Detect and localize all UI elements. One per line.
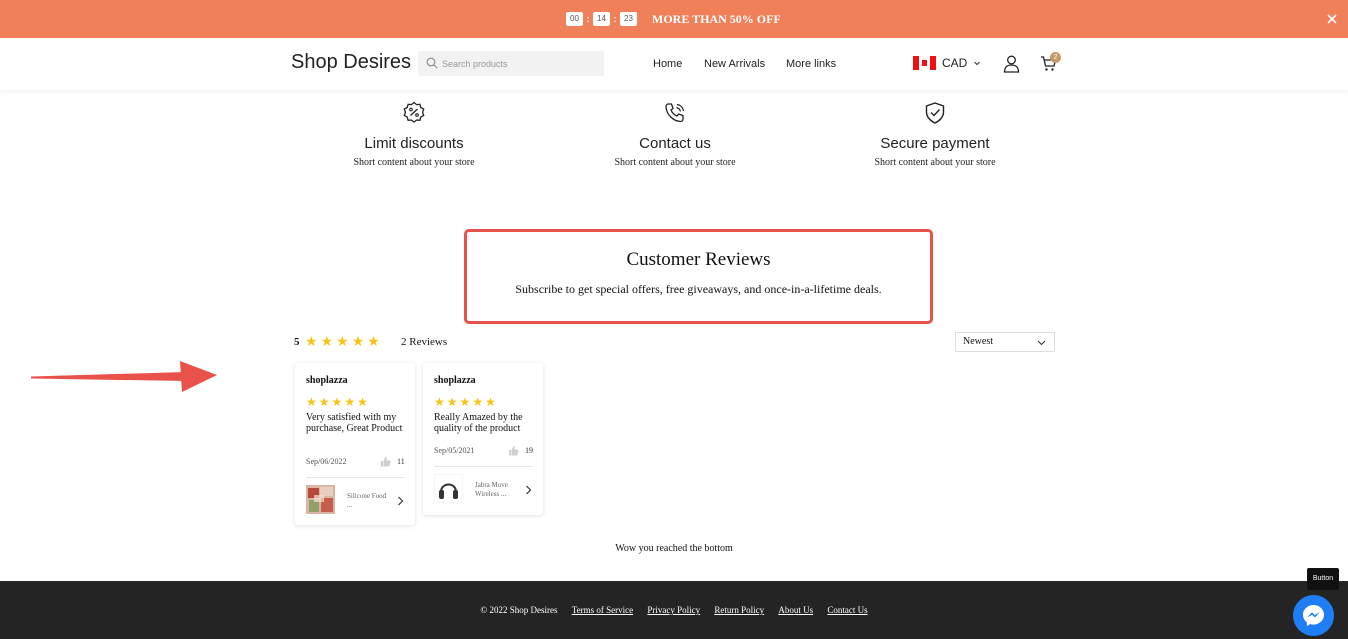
reviews-subtitle: Subscribe to get special offers, free gi… bbox=[515, 282, 882, 296]
user-icon[interactable] bbox=[1003, 55, 1020, 78]
search-input[interactable] bbox=[442, 51, 600, 76]
end-of-list-message: Wow you reached the bottom bbox=[615, 543, 733, 554]
footer-link-terms[interactable]: Terms of Service bbox=[572, 605, 633, 615]
sort-dropdown[interactable]: Newest bbox=[955, 332, 1055, 352]
shield-check-icon bbox=[925, 102, 945, 124]
thumbs-up-icon[interactable] bbox=[508, 445, 519, 456]
currency-selector[interactable]: CAD bbox=[913, 56, 981, 70]
rating-stars: ★ ★ ★ ★ ★ bbox=[305, 335, 380, 350]
feature-contact-us: Contact us Short content about your stor… bbox=[585, 101, 765, 168]
countdown-timer: 00 : 14 : 23 bbox=[566, 12, 637, 26]
currency-label: CAD bbox=[942, 56, 968, 70]
feature-title: Limit discounts bbox=[364, 135, 464, 152]
star-icon: ★ bbox=[446, 395, 458, 409]
messenger-chat-button[interactable] bbox=[1293, 595, 1334, 636]
star-icon: ★ bbox=[472, 395, 484, 409]
review-stars: ★ ★ ★ ★ ★ bbox=[306, 395, 368, 409]
feature-limit-discounts: Limit discounts Short content about your… bbox=[324, 101, 504, 168]
review-card[interactable]: shoplazza ★ ★ ★ ★ ★ Really Amazed by the… bbox=[423, 363, 543, 515]
footer-link-privacy[interactable]: Privacy Policy bbox=[647, 605, 700, 615]
star-icon: ★ bbox=[434, 395, 445, 409]
divider bbox=[434, 466, 532, 467]
review-author: shoplazza bbox=[306, 375, 348, 386]
review-text: Really Amazed by the quality of the prod… bbox=[434, 412, 523, 434]
timer-minutes: 14 bbox=[593, 12, 610, 26]
star-icon: ★ bbox=[318, 395, 330, 409]
product-thumbnail[interactable] bbox=[434, 474, 463, 503]
messenger-icon bbox=[1303, 605, 1324, 626]
phone-call-icon bbox=[665, 103, 685, 123]
cart-count-badge: 2 bbox=[1050, 52, 1061, 63]
announcement-bar: 00 : 14 : 23 MORE THAN 50% OFF bbox=[0, 0, 1348, 38]
footer-link-contact[interactable]: Contact Us bbox=[827, 605, 867, 615]
review-card[interactable]: shoplazza ★ ★ ★ ★ ★ Very satisfied with … bbox=[295, 363, 415, 525]
star-icon: ★ bbox=[305, 335, 318, 350]
feature-secure-payment: Secure payment Short content about your … bbox=[845, 101, 1025, 168]
feature-desc: Short content about your store bbox=[614, 157, 736, 168]
star-icon: ★ bbox=[320, 335, 334, 350]
sort-value: Newest bbox=[963, 336, 993, 347]
feature-desc: Short content about your store bbox=[874, 157, 996, 168]
footer-link-about[interactable]: About Us bbox=[778, 605, 813, 615]
annotation-arrow-icon bbox=[31, 361, 217, 392]
customer-reviews-header: Customer Reviews Subscribe to get specia… bbox=[464, 229, 933, 324]
feature-title: Secure payment bbox=[880, 135, 990, 152]
feature-title: Contact us bbox=[639, 135, 711, 152]
chevron-down-icon bbox=[1037, 340, 1046, 346]
nav-new-arrivals[interactable]: New Arrivals bbox=[704, 58, 765, 70]
search-bar[interactable] bbox=[418, 51, 604, 76]
canada-flag-icon bbox=[913, 56, 936, 70]
chevron-right-icon[interactable] bbox=[397, 496, 404, 506]
footer-link-return[interactable]: Return Policy bbox=[714, 605, 764, 615]
nav-home[interactable]: Home bbox=[653, 58, 682, 70]
star-icon: ★ bbox=[357, 395, 368, 409]
product-name[interactable]: Silicone Food ... bbox=[347, 492, 387, 510]
timer-separator: : bbox=[613, 14, 617, 24]
search-icon bbox=[426, 57, 438, 69]
product-thumbnail[interactable] bbox=[306, 485, 335, 514]
percent-badge-icon bbox=[403, 101, 425, 123]
review-text: Very satisfied with my purchase, Great P… bbox=[306, 412, 403, 434]
announcement-text: MORE THAN 50% OFF bbox=[652, 12, 781, 26]
close-icon[interactable] bbox=[1325, 12, 1339, 26]
feature-desc: Short content about your store bbox=[353, 157, 475, 168]
average-rating: 5 bbox=[294, 336, 300, 348]
reviews-title: Customer Reviews bbox=[626, 249, 771, 270]
review-date: Sep/06/2022 bbox=[306, 457, 347, 466]
copyright: © 2022 Shop Desires bbox=[480, 605, 558, 615]
site-header: Shop Desires Home New Arrivals More link… bbox=[0, 38, 1348, 90]
review-likes: 11 bbox=[397, 457, 405, 466]
review-count: 2 Reviews bbox=[401, 336, 448, 348]
review-date: Sep/05/2021 bbox=[434, 446, 475, 455]
star-icon: ★ bbox=[351, 335, 365, 350]
site-logo[interactable]: Shop Desires bbox=[291, 51, 411, 74]
star-icon: ★ bbox=[306, 395, 317, 409]
divider bbox=[306, 477, 404, 478]
footer-links: © 2022 Shop Desires Terms of Service Pri… bbox=[0, 605, 1348, 615]
star-icon: ★ bbox=[336, 335, 349, 350]
site-footer: © 2022 Shop Desires Terms of Service Pri… bbox=[0, 581, 1348, 639]
star-icon: ★ bbox=[344, 395, 356, 409]
star-icon: ★ bbox=[367, 335, 380, 350]
review-likes: 19 bbox=[525, 446, 533, 455]
nav-more-links[interactable]: More links bbox=[786, 58, 836, 70]
star-icon: ★ bbox=[331, 395, 343, 409]
timer-seconds: 23 bbox=[620, 12, 637, 26]
product-name[interactable]: Jabra Move Wireless ... bbox=[475, 481, 515, 499]
chevron-right-icon[interactable] bbox=[525, 485, 532, 495]
thumbs-up-icon[interactable] bbox=[380, 456, 391, 467]
review-author: shoplazza bbox=[434, 375, 476, 386]
chevron-down-icon bbox=[974, 61, 981, 66]
star-icon: ★ bbox=[459, 395, 471, 409]
star-icon: ★ bbox=[485, 395, 496, 409]
button-tooltip: Button bbox=[1307, 568, 1339, 590]
review-stars: ★ ★ ★ ★ ★ bbox=[434, 395, 496, 409]
timer-hours: 00 bbox=[566, 12, 583, 26]
timer-separator: : bbox=[586, 14, 590, 24]
